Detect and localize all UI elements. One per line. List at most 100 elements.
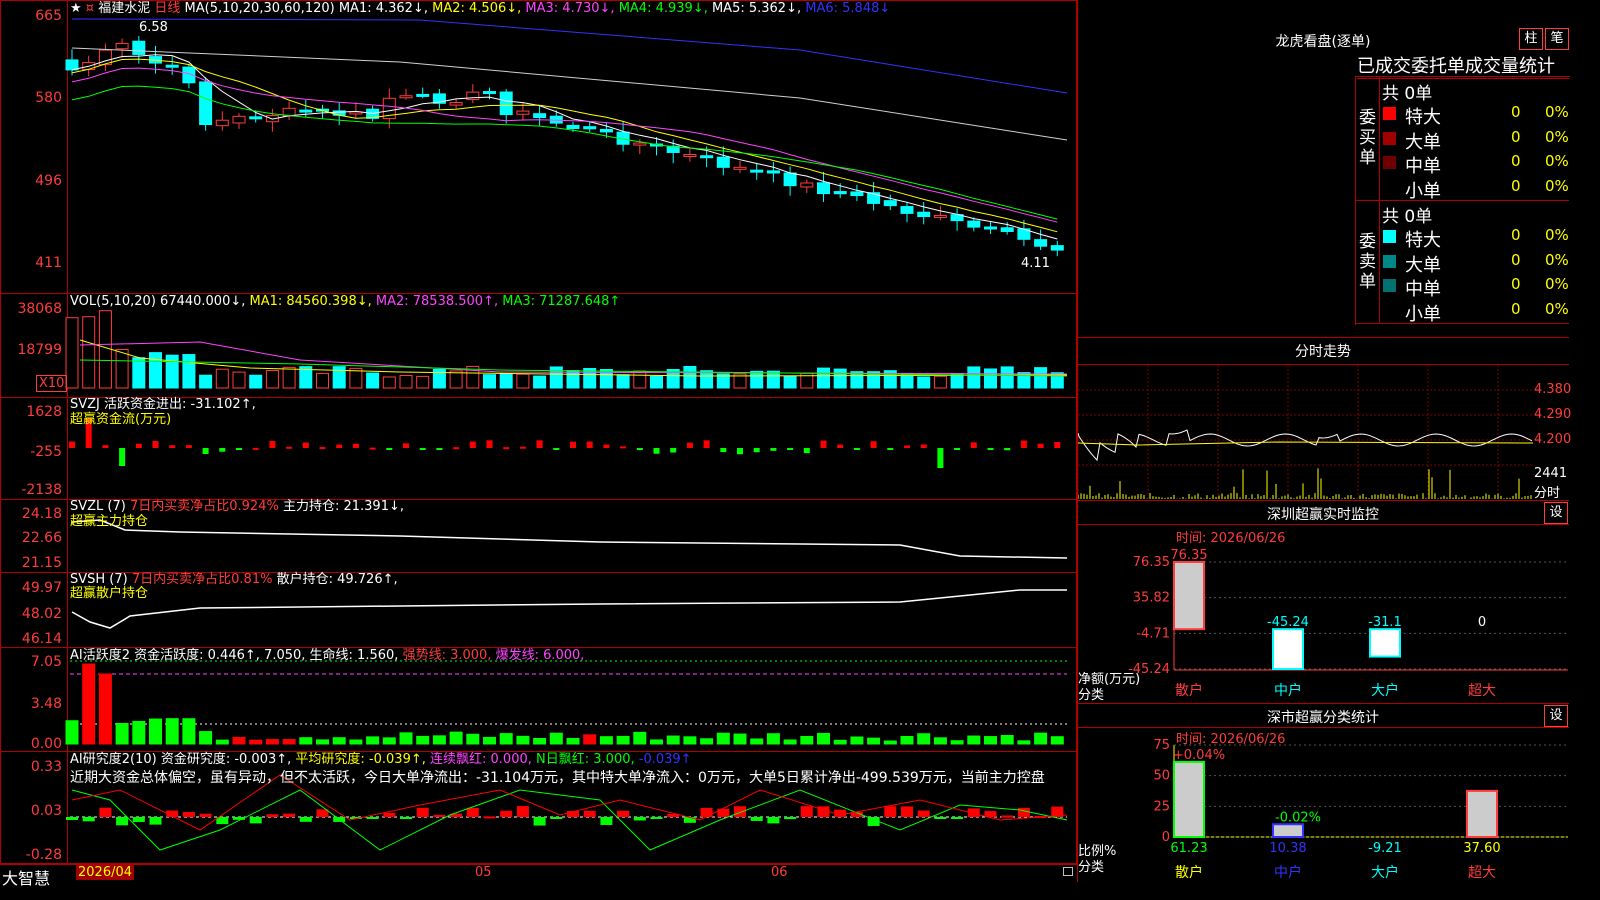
svsh-axis-top: 49.97: [21, 580, 62, 596]
fund-flow-bar: [937, 448, 944, 468]
sell-pct: 0%: [1545, 250, 1569, 269]
monitor-category: 散户: [1175, 682, 1203, 699]
time-label-04: 2026/04: [76, 865, 135, 880]
stock-name[interactable]: 福建水泥: [98, 1, 150, 16]
fund-flow-bar: [887, 448, 894, 450]
fund-flow-bar: [987, 448, 994, 450]
bar-mode-button[interactable]: 柱: [1519, 28, 1543, 50]
research-bar: [483, 816, 496, 819]
time-axis[interactable]: 大智慧 2026/04 05 06: [0, 864, 1077, 888]
candle-body: [800, 182, 814, 188]
sell-count: 0: [1511, 226, 1521, 244]
fund-flow-bar: [920, 444, 927, 448]
activity-bar: [933, 737, 947, 745]
research-bar: [283, 813, 296, 817]
sell-count: 0: [1511, 275, 1521, 293]
activity-bar: [800, 735, 814, 745]
kline-chart-area[interactable]: 665 580 496 411 38068 18799 X10 1628 -25…: [0, 0, 1077, 888]
intraday-unit: 分时: [1534, 486, 1561, 501]
fund-flow-bar: [636, 448, 643, 450]
retail-position-line: [71, 589, 1067, 629]
lock-icon[interactable]: [1063, 867, 1073, 876]
activity-bar: [466, 733, 480, 745]
volume-bar: [650, 375, 663, 389]
sell-swatch: [1383, 254, 1396, 268]
buy-pct: 0%: [1545, 176, 1569, 195]
intraday-price-3: 4.200: [1534, 432, 1572, 447]
sell-row: 中单 0 0%: [1381, 275, 1569, 300]
activity-bar: [633, 731, 647, 745]
sell-total: 共 0单: [1382, 207, 1433, 227]
research-bar: [182, 812, 195, 817]
activity-bar: [917, 733, 931, 745]
candle-body: [933, 215, 947, 219]
sell-swatch: [1383, 230, 1396, 243]
fund-flow-bar: [620, 446, 627, 449]
candle-body: [499, 91, 513, 116]
volume-bar: [82, 316, 96, 389]
research-bar: [383, 812, 396, 817]
activity-bar: [900, 735, 914, 745]
ma4-value: MA4: 4.939↓,: [618, 1, 708, 16]
period-label[interactable]: 日线: [154, 1, 180, 16]
vol-axis-mid: 18799: [17, 342, 62, 358]
dragon-side-border: [1379, 76, 1380, 324]
research-bar: [917, 810, 930, 817]
svsh-axis-low: 46.14: [21, 631, 62, 647]
dragon-title: 龙虎看盘(逐单): [1275, 34, 1371, 50]
research-bar: [500, 810, 513, 817]
vol-ma1: MA1: 84560.398↓,: [249, 294, 372, 309]
candle-body: [399, 95, 413, 99]
fund-flow-bar: [252, 447, 259, 450]
sell-side-label: 委卖单: [1359, 232, 1376, 292]
ma2-value: MA2: 4.506↓,: [432, 1, 522, 16]
candle-body: [750, 169, 764, 173]
activity-bar: [867, 737, 881, 745]
activity-bar: [382, 737, 396, 745]
ma3-value: MA3: 4.730↓,: [525, 1, 615, 16]
star-icon[interactable]: ★: [70, 1, 82, 16]
monitor-chart: 76.3535.82-4.71-45.2476.35散户-45.24中户-31.…: [1128, 548, 1568, 699]
stroke-mode-button[interactable]: 笔: [1545, 28, 1569, 50]
price-axis-411: 411: [35, 255, 62, 271]
app-name[interactable]: 大智慧: [2, 865, 50, 889]
flag-icon: ¤: [85, 1, 95, 16]
research-bar: [550, 817, 563, 819]
volume-bar: [616, 374, 630, 389]
dragon-tab-row[interactable]: 已成交委托单成交量统计: [1357, 52, 1569, 79]
volume-bar: [516, 373, 530, 389]
volume-bar: [449, 370, 463, 389]
monitor-bar: [1173, 561, 1205, 631]
research-bar: [817, 806, 830, 817]
dragon-bottom-border: [1355, 323, 1569, 324]
candle-body: [483, 91, 496, 95]
buy-pct: 0%: [1545, 127, 1569, 146]
fund-flow-bar: [586, 441, 593, 448]
candle-body: [449, 102, 463, 106]
fund-flow-bar: [803, 448, 810, 454]
ma6-value: MA6: 5.848↓: [805, 1, 891, 16]
activity-bar: [399, 732, 413, 745]
activity-bar: [650, 739, 663, 745]
activity-bar: [165, 718, 179, 745]
volume-bar: [917, 376, 931, 389]
sell-count: 0: [1511, 299, 1521, 318]
fund-flow-bar: [369, 447, 376, 450]
research-axis-top: 0.33: [30, 759, 62, 775]
sell-row: 特大 0 0%: [1381, 226, 1569, 251]
research-bar: [149, 817, 162, 825]
sell-row: 小单 0 0%: [1381, 299, 1569, 325]
fund-flow-bar: [119, 448, 126, 466]
ai-v2: 7.050,: [264, 648, 306, 663]
volume-bar: [366, 372, 380, 389]
buy-label: 特大: [1405, 107, 1441, 128]
fund-flow-bar: [286, 446, 293, 449]
buy-row: 中单 0 0%: [1381, 152, 1569, 177]
ma3-line: [71, 67, 1058, 223]
volume-bar: [282, 366, 296, 389]
buy-pct: 0%: [1545, 152, 1569, 170]
candle-body: [883, 200, 897, 207]
sell-label: 大单: [1405, 254, 1441, 276]
research-v2: 平均研究度: -0.039↑,: [295, 752, 426, 767]
monitor-ytick: -4.71: [1136, 626, 1170, 641]
